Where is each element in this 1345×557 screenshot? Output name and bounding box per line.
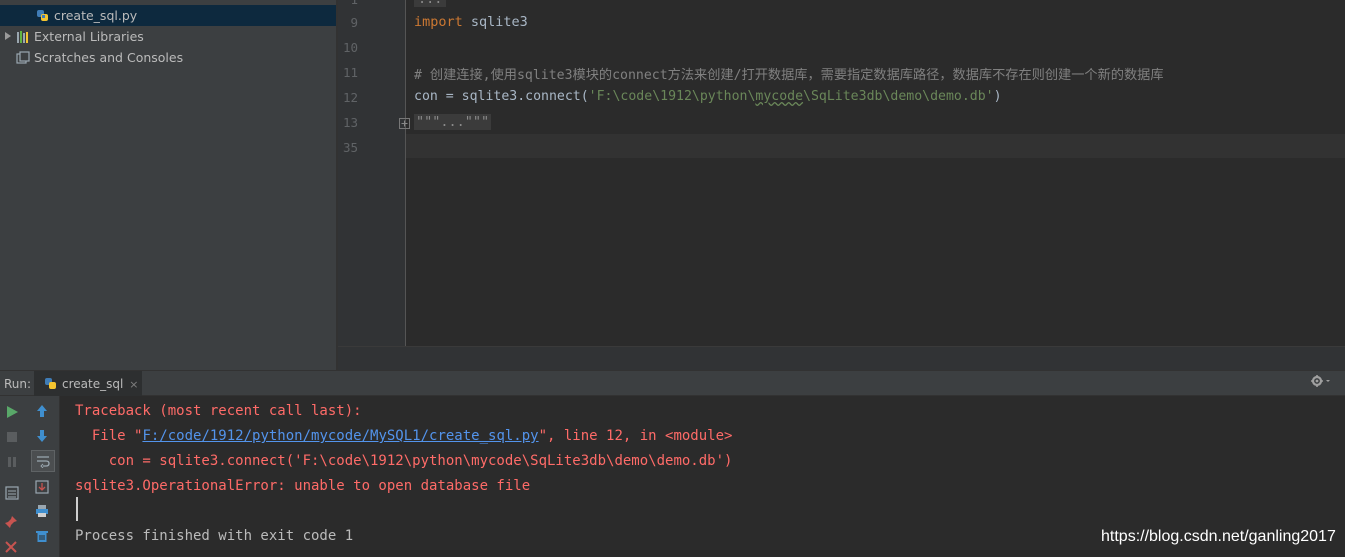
fold-toggle-icon[interactable]: [399, 118, 410, 129]
console-caret: [76, 497, 78, 521]
line-number: 35: [342, 140, 358, 155]
keyword-import: import: [414, 14, 463, 30]
pause-icon[interactable]: [2, 452, 22, 472]
line-number: 13: [342, 115, 358, 130]
pin-icon[interactable]: [1, 512, 21, 532]
run-toolbar-secondary: [24, 396, 60, 557]
close-run-icon[interactable]: [1, 537, 21, 557]
library-icon: [16, 30, 30, 44]
tree-item-label: Scratches and Consoles: [34, 50, 184, 65]
close-tab-icon[interactable]: ×: [129, 378, 138, 391]
code-editor[interactable]: 1 9 10 11 12 13 35 ... import sqlite3 # …: [338, 0, 1345, 346]
run-label: Run:: [4, 377, 32, 391]
tree-item-create-sql[interactable]: create_sql.py: [0, 5, 336, 26]
path-string-part: \SqLite3db\demo\demo.db': [803, 89, 994, 104]
line-number: 1: [338, 0, 358, 7]
trash-icon[interactable]: [32, 526, 52, 546]
line-number: 9: [350, 15, 358, 30]
soft-wrap-icon[interactable]: [31, 450, 55, 472]
watermark: https://blog.csdn.net/ganling2017: [1101, 528, 1336, 545]
code-line-connect[interactable]: con = sqlite3.connect('F:\code\1912\pyth…: [414, 89, 1002, 104]
tree-item-label: create_sql.py: [54, 8, 138, 23]
python-file-icon: [36, 9, 50, 23]
stop-icon[interactable]: [2, 427, 22, 447]
folded-imports[interactable]: ...: [414, 0, 447, 7]
file-link[interactable]: F:/code/1912/python/mycode/MySQL1/create…: [142, 428, 538, 444]
file-suffix: ", line 12, in <module>: [538, 428, 733, 444]
current-line-highlight: [406, 134, 1345, 158]
line-number: 10: [342, 40, 358, 55]
tree-item-external-libraries[interactable]: External Libraries: [0, 26, 336, 47]
gutter-divider: [405, 0, 406, 346]
tree-clipped-row: [0, 0, 336, 4]
arrow-down-icon[interactable]: [32, 426, 52, 446]
run-toolbar-primary: [0, 396, 24, 557]
tree-item-scratches[interactable]: Scratches and Consoles: [0, 47, 336, 68]
gear-icon[interactable]: [1310, 374, 1332, 392]
run-tab-create-sql[interactable]: create_sql ×: [34, 371, 142, 397]
connect-call: con = sqlite3.connect(: [414, 89, 589, 104]
tab-label: create_sql: [62, 377, 124, 391]
code-line-import[interactable]: import sqlite3: [414, 14, 528, 30]
layout-icon[interactable]: [2, 483, 22, 503]
path-string-typo: mycode: [755, 89, 804, 104]
connect-close-paren: ): [993, 89, 1002, 104]
code-line-comment[interactable]: # 创建连接,使用sqlite3模块的connect方法来创建/打开数据库，需要…: [414, 64, 1164, 83]
exit-message: Process finished with exit code 1: [75, 528, 354, 544]
editor-scrollbar-area[interactable]: [338, 346, 1345, 370]
arrow-up-icon[interactable]: [32, 401, 52, 421]
module-name: sqlite3: [462, 14, 528, 30]
python-file-icon: [44, 377, 58, 391]
error-message: sqlite3.OperationalError: unable to open…: [75, 478, 531, 494]
folded-docstring[interactable]: """...""": [414, 114, 492, 130]
line-number: 12: [342, 90, 358, 105]
tree-item-label: External Libraries: [34, 29, 144, 44]
run-tool-window-header: Run: create_sql ×: [0, 370, 1345, 397]
scroll-to-end-icon[interactable]: [32, 477, 52, 497]
project-tool-window: create_sql.py External Libraries Scratch…: [0, 0, 336, 370]
traceback-header: Traceback (most recent call last):: [75, 403, 362, 419]
traceback-file-line: File "F:/code/1912/python/mycode/MySQL1/…: [75, 428, 733, 444]
scratches-icon: [16, 50, 30, 65]
rerun-play-icon[interactable]: [2, 402, 22, 422]
line-number: 11: [342, 65, 358, 80]
path-string-part: 'F:\code\1912\python\: [588, 89, 756, 104]
expand-arrow-icon[interactable]: [4, 29, 16, 44]
traceback-code-line: con = sqlite3.connect('F:\code\1912\pyth…: [75, 453, 733, 469]
file-prefix: File ": [75, 428, 143, 444]
print-icon[interactable]: [32, 501, 52, 521]
